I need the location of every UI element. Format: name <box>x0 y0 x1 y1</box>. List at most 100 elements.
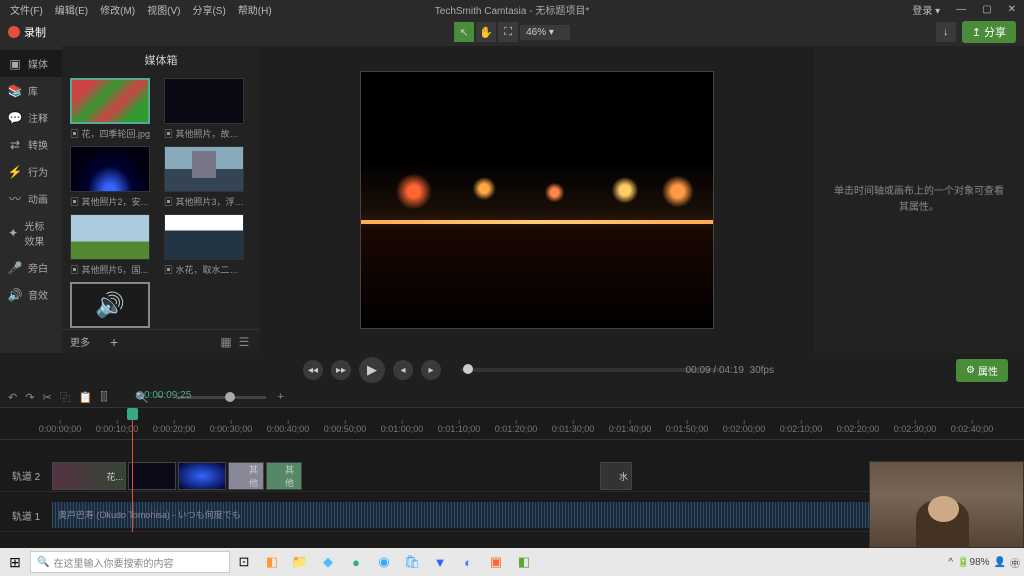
redo-button[interactable]: ↷ <box>25 391 34 404</box>
media-item[interactable]: ▣ 其他照片3，浮光... <box>164 146 252 208</box>
transitions-icon: ⇄ <box>8 138 22 152</box>
canvas[interactable] <box>360 71 714 329</box>
timeline-clip[interactable]: 其他 <box>266 462 302 490</box>
zoom-dropdown[interactable]: 46% ▾ <box>520 25 570 40</box>
explorer-icon[interactable]: 📁 <box>286 548 314 576</box>
playback-scrubber[interactable] <box>461 368 721 372</box>
media-item-audio[interactable]: 🔊 <box>70 282 158 328</box>
store-icon[interactable]: 🛍 <box>398 548 426 576</box>
audio-clip-label: 奥戸巴寿 (Okudo Tomohisa) - いつも何度でも <box>58 508 241 521</box>
cut-button[interactable]: ✂ <box>42 391 51 404</box>
toolbar: 录制 ↖ ✋ ⛶ 46% ▾ ↓ ↥ 分享 <box>0 18 1024 46</box>
ruler-tick: 0:02:30;00 <box>894 424 937 434</box>
app-icon[interactable]: ▼ <box>426 548 454 576</box>
step-back-button[interactable]: ◂ <box>393 360 413 380</box>
media-item[interactable]: ▣ 水花，取水二千... <box>164 214 252 276</box>
timeline-ruler[interactable]: 0:00:00;000:00:10;000:00:20;000:00:30;00… <box>0 408 1024 440</box>
list-view-button[interactable]: ☰ <box>236 334 252 350</box>
sidebar-item-behaviors[interactable]: ⚡行为 <box>0 158 62 185</box>
ruler-tick: 0:00:00;00 <box>39 424 82 434</box>
menu-share[interactable]: 分享(S) <box>186 2 231 17</box>
share-button[interactable]: ↥ 分享 <box>962 21 1016 43</box>
properties-button[interactable]: ⚙ 属性 <box>956 359 1008 382</box>
split-button[interactable]: ⫿⫿ <box>100 391 107 404</box>
ruler-tick: 0:00:40;00 <box>267 424 310 434</box>
sidebar-item-audio-effects[interactable]: 🔊音效 <box>0 281 62 308</box>
undo-button[interactable]: ↶ <box>8 391 17 404</box>
play-button[interactable]: ▶ <box>359 357 385 383</box>
timeline-clip[interactable]: 花... <box>52 462 126 490</box>
input-icon[interactable]: ㊥ <box>1010 555 1020 570</box>
timeline-clip[interactable]: 水 <box>600 462 632 490</box>
audio-icon: 🔊 <box>70 282 150 328</box>
minimize-button[interactable]: — <box>952 4 970 15</box>
menu-view[interactable]: 视图(V) <box>141 2 186 17</box>
start-button[interactable]: ⊞ <box>0 548 30 576</box>
crop-tool[interactable]: ⛶ <box>498 22 518 42</box>
pan-tool[interactable]: ✋ <box>476 22 496 42</box>
app-icon[interactable]: ▣ <box>482 548 510 576</box>
app-icon[interactable]: ◆ <box>314 548 342 576</box>
timeline-clip[interactable] <box>128 462 176 490</box>
prev-frame-button[interactable]: ◂◂ <box>303 360 323 380</box>
ruler-tick: 0:02:10;00 <box>780 424 823 434</box>
add-media-button[interactable]: + <box>110 334 118 350</box>
sidebar-item-cursor-effects[interactable]: ✦光标效果 <box>0 212 62 254</box>
record-button[interactable]: 录制 <box>8 24 46 40</box>
tray-icon[interactable]: ^ <box>948 557 953 568</box>
copy-button[interactable]: ⿻ <box>60 389 71 405</box>
grid-view-button[interactable]: ▦ <box>218 334 234 350</box>
menu-help[interactable]: 帮助(H) <box>232 2 278 17</box>
track-label[interactable]: 轨道 1 <box>0 508 52 523</box>
maximize-button[interactable]: ▢ <box>978 4 995 15</box>
menu-file[interactable]: 文件(F) <box>4 2 49 17</box>
timeline-clip[interactable] <box>178 462 226 490</box>
paste-button[interactable]: 📋 <box>79 391 93 404</box>
sidebar-item-transitions[interactable]: ⇄转换 <box>0 131 62 158</box>
menu-edit[interactable]: 编辑(E) <box>49 2 94 17</box>
sidebar-item-animations[interactable]: 〰动画 <box>0 185 62 212</box>
media-item[interactable]: ▣ 其他照片，故乡... <box>164 78 252 140</box>
media-label: ▣ 其他照片3，浮光... <box>164 195 244 208</box>
sidebar-item-library[interactable]: 📚库 <box>0 77 62 104</box>
download-button[interactable]: ↓ <box>936 22 956 42</box>
scrubber-handle[interactable] <box>463 364 473 374</box>
ruler-tick: 0:01:50;00 <box>666 424 709 434</box>
media-label: ▣ 花，四季轮回.jpg <box>70 127 150 140</box>
user-icon[interactable]: 👤 <box>994 557 1006 568</box>
sidebar-item-annotations[interactable]: 💬注释 <box>0 104 62 131</box>
ruler-tick: 0:01:10;00 <box>438 424 481 434</box>
login-dropdown[interactable]: 登录 ▾ <box>908 2 944 17</box>
app-icon[interactable]: ◐ <box>454 548 482 576</box>
step-forward-button[interactable]: ▸ <box>421 360 441 380</box>
media-item[interactable]: ▣ 其他照片2，安... <box>70 146 158 208</box>
narration-icon: 🎤 <box>8 261 22 275</box>
battery-icon[interactable]: 🔋98% <box>957 557 989 568</box>
timeline-clip[interactable]: 其他 <box>228 462 264 490</box>
track-label[interactable]: 轨道 2 <box>0 468 52 483</box>
media-label: ▣ 其他照片2，安... <box>70 195 150 208</box>
select-tool[interactable]: ↖ <box>454 22 474 42</box>
app-icon[interactable]: ◧ <box>258 548 286 576</box>
menu-modify[interactable]: 修改(M) <box>94 2 141 17</box>
zoom-slider-handle[interactable] <box>225 392 235 402</box>
task-view-icon[interactable]: ⊡ <box>230 548 258 576</box>
next-frame-button[interactable]: ▸▸ <box>331 360 351 380</box>
media-thumbnail <box>164 146 244 192</box>
media-item[interactable]: ▣ 其他照片5，国... <box>70 214 158 276</box>
app-icon[interactable]: ● <box>342 548 370 576</box>
more-button[interactable]: 更多 <box>70 334 90 349</box>
playhead[interactable] <box>132 408 133 532</box>
sidebar-item-media[interactable]: ▣媒体 <box>0 50 62 77</box>
menu-bar: 文件(F) 编辑(E) 修改(M) 视图(V) 分享(S) 帮助(H) Tech… <box>0 0 1024 18</box>
animations-icon: 〰 <box>8 192 22 206</box>
sidebar-item-narration[interactable]: 🎤旁白 <box>0 254 62 281</box>
taskbar-search[interactable]: 🔍在这里输入你要搜索的内容 <box>30 551 230 573</box>
properties-hint: 单击时间轴或画布上的一个对象可查看其属性。 <box>834 184 1004 216</box>
camtasia-icon[interactable]: ◧ <box>510 548 538 576</box>
media-item[interactable]: ▣ 花，四季轮回.jpg <box>70 78 158 140</box>
preview-area <box>260 46 814 353</box>
zoom-in-button[interactable]: + <box>278 391 284 403</box>
close-button[interactable]: ✕ <box>1004 4 1020 15</box>
edge-icon[interactable]: ◉ <box>370 548 398 576</box>
